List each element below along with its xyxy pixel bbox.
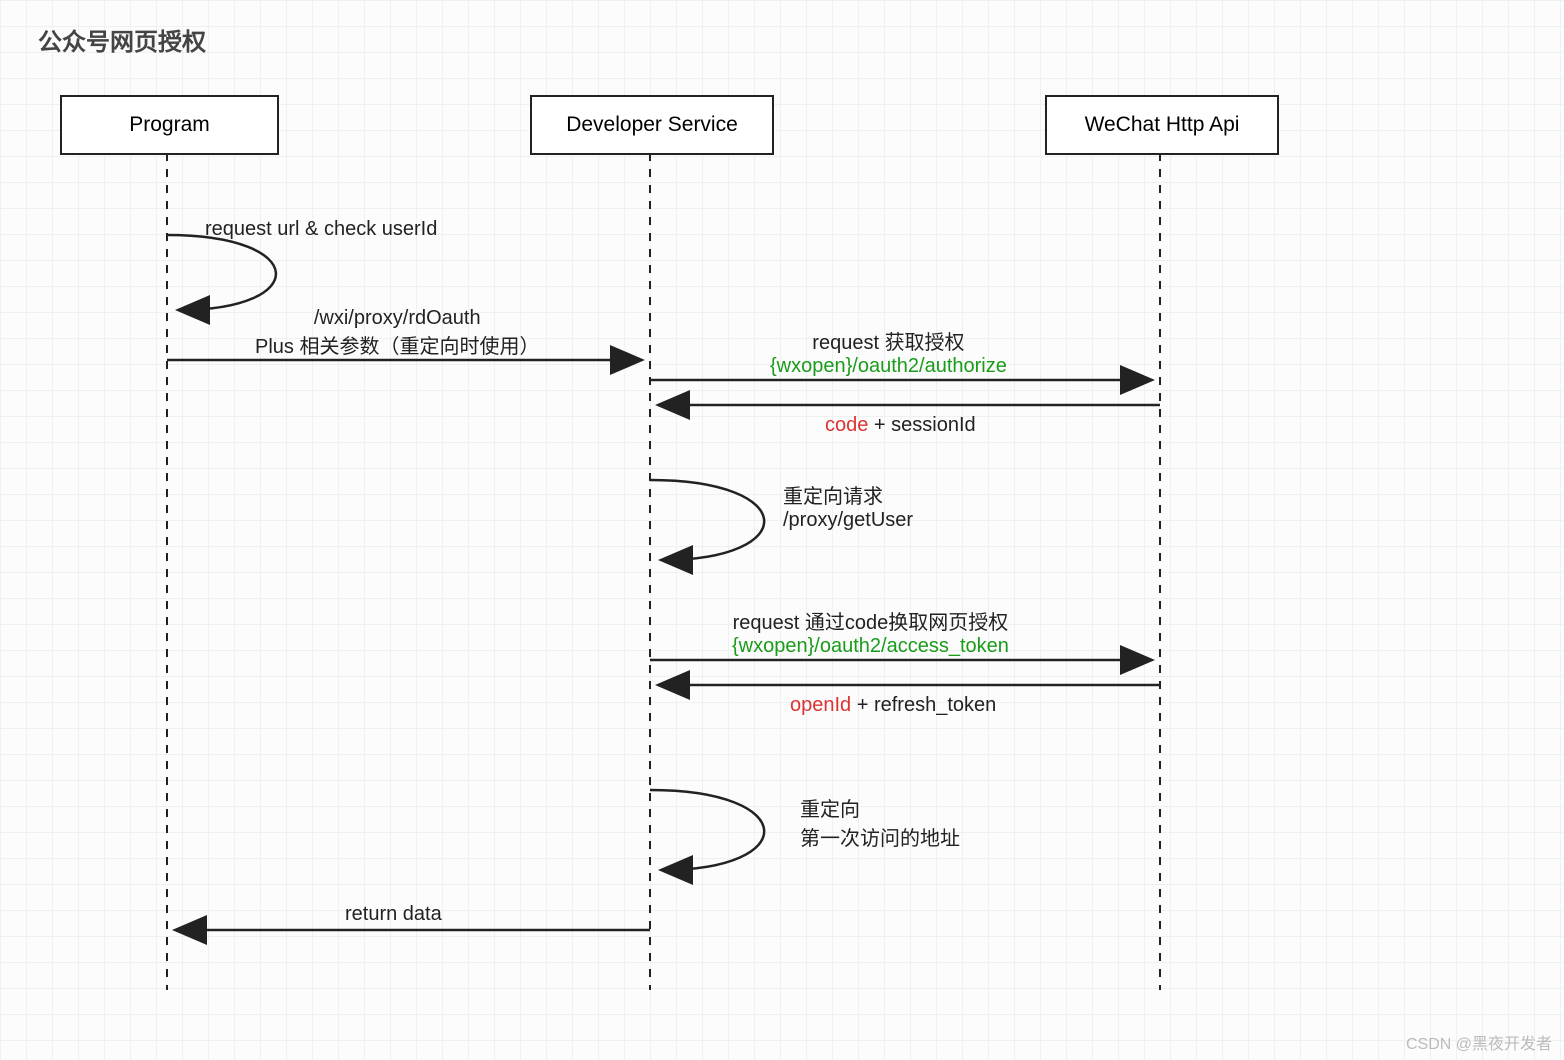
watermark: CSDN @黑夜开发者	[1406, 1030, 1552, 1054]
label-m5: openId + refresh_token	[790, 694, 996, 717]
label-m1: /wxi/proxy/rdOauth Plus 相关参数（重定向时使用）	[255, 307, 539, 359]
label-self1: request url & check userId	[205, 218, 437, 241]
label-self2: 重定向请求 /proxy/getUser	[783, 480, 913, 532]
label-m3: code + sessionId	[825, 414, 976, 437]
sequence-svg	[0, 0, 1564, 1060]
label-m2: request 获取授权 {wxopen}/oauth2/authorize	[770, 326, 1007, 378]
label-self3: 重定向 第一次访问的地址	[800, 793, 960, 851]
label-m6: return data	[345, 903, 442, 926]
label-m4: request 通过code换取网页授权 {wxopen}/oauth2/acc…	[732, 606, 1009, 658]
